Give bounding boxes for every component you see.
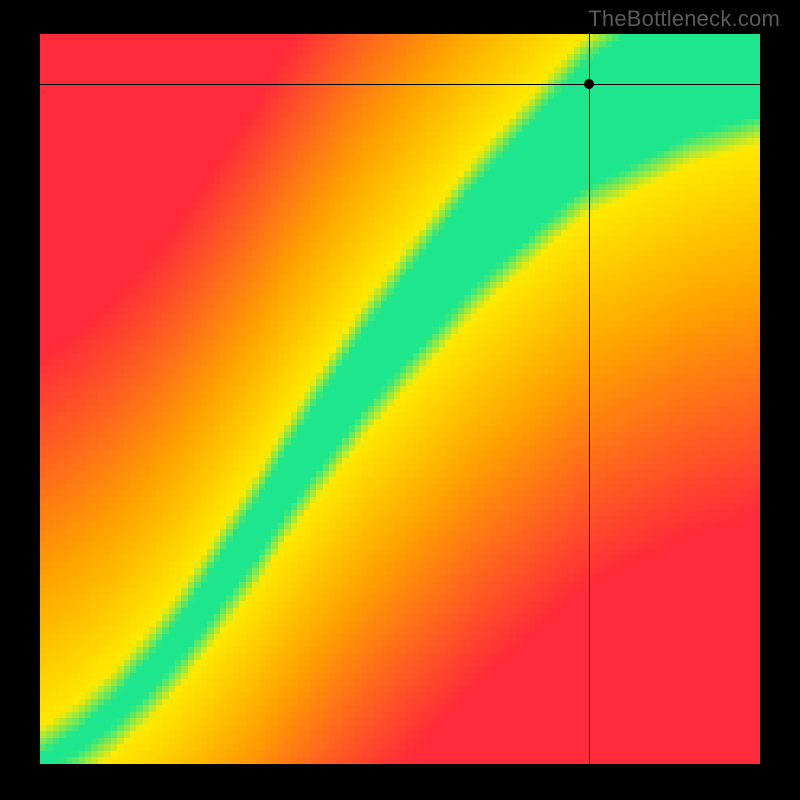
heatmap-plot	[40, 34, 760, 764]
heatmap-canvas	[40, 34, 760, 764]
watermark-text: TheBottleneck.com	[588, 6, 780, 32]
chart-frame: TheBottleneck.com	[0, 0, 800, 800]
